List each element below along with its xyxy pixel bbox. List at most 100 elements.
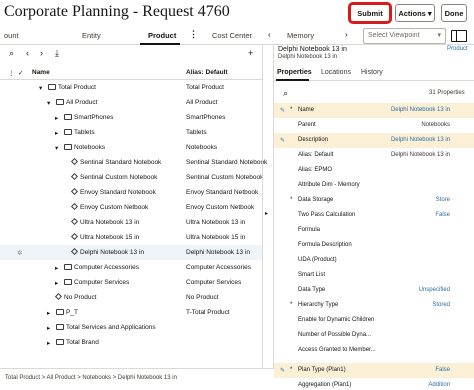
row-options-icon[interactable]: ⋮ (8, 69, 15, 77)
table-row[interactable]: Ultra Notebook 13 in Ultra Notebook 13 i… (0, 215, 262, 230)
table-row[interactable]: ▾ All Product All Product (0, 95, 262, 110)
expand-icon[interactable]: ▸ (55, 279, 58, 287)
back-icon[interactable]: ‹ (26, 48, 29, 58)
folder-icon (56, 99, 64, 105)
property-row[interactable]: Aggregation (Plan1) Addition (274, 378, 474, 390)
property-value[interactable]: False (435, 212, 450, 218)
expand-icon[interactable]: ▸ (47, 309, 50, 317)
table-row[interactable]: Sentinal Standard Notebook Sentinal Stan… (0, 155, 267, 170)
property-row[interactable]: Enable for Dynamic Children (274, 313, 474, 328)
table-row[interactable]: Sentinal Custom Notebook Sentinal Custom… (0, 170, 263, 185)
collapse-panel-icon[interactable]: ▸ (265, 210, 268, 217)
property-row[interactable]: ✎ * Name Delphi Notebook 13 in (274, 103, 474, 118)
more-options-icon[interactable]: ⋮ (189, 29, 198, 40)
table-row[interactable]: ▸ Computer Accessories Computer Accessor… (0, 260, 262, 275)
column-header-name[interactable]: Name (32, 69, 50, 76)
app-header: Corporate Planning - Request 4760 Submit… (0, 0, 474, 27)
property-row[interactable]: Attribute Dim - Memory (274, 178, 474, 193)
panel-toggle-icon[interactable] (451, 30, 467, 42)
property-row[interactable]: Formula Description (274, 238, 474, 253)
property-row[interactable]: ✎ * Plan Type (Plan1) False (274, 363, 474, 378)
collapse-icon[interactable]: ▾ (39, 84, 42, 92)
property-value[interactable]: Delphi Notebook 13 in (391, 107, 450, 113)
property-value[interactable]: False (435, 367, 450, 373)
collapse-icon[interactable]: ▾ (47, 99, 50, 107)
member-name: Computer Services (74, 279, 130, 286)
chevron-down-icon: ▾ (437, 32, 441, 39)
member-name: Ultra Notebook 15 in (80, 234, 140, 241)
property-value[interactable]: Addition (428, 382, 450, 388)
property-row[interactable]: ✎ Description Delphi Notebook 13 in (274, 133, 474, 148)
member-name: No Product (64, 294, 97, 301)
table-row-selected[interactable]: ✲ Delphi Notebook 13 in Delphi Notebook … (0, 245, 262, 260)
table-row[interactable]: ▸ Computer Services Computer Services (0, 275, 262, 290)
table-row[interactable]: ▸ SmartPhones SmartPhones (0, 110, 262, 125)
folder-icon (56, 309, 64, 315)
member-alias: Tablets (186, 129, 207, 136)
table-row[interactable]: ▸ P_T T-Total Product (0, 305, 262, 320)
expand-icon[interactable]: ▸ (55, 264, 58, 272)
tab-memory[interactable]: Memory (287, 31, 314, 40)
tab-locations[interactable]: Locations (321, 69, 351, 76)
property-value[interactable]: Delphi Notebook 13 in (391, 152, 450, 158)
actions-button[interactable]: Actions ▾ (395, 4, 435, 22)
export-icon[interactable]: ⤓ (55, 48, 59, 59)
expand-icon[interactable]: ▸ (47, 324, 50, 332)
member-icon (70, 232, 79, 241)
breadcrumb-path[interactable]: Total Product > All Product > Notebooks … (5, 375, 177, 381)
tab-entity[interactable]: Entity (82, 31, 101, 40)
property-row[interactable]: Alias: Default Delphi Notebook 13 in (274, 148, 474, 163)
property-row[interactable]: UDA (Product) (274, 253, 474, 268)
property-row[interactable]: * Data Storage Store (274, 193, 474, 208)
collapse-icon[interactable]: ▾ (55, 144, 58, 152)
select-all-check-icon[interactable]: ✓ (18, 69, 23, 77)
table-row[interactable]: ▸ Total Services and Applications (0, 320, 262, 335)
property-row[interactable]: Formula (274, 223, 474, 238)
member-name: Envoy Custom Netbook (80, 204, 149, 211)
table-row[interactable]: ▾ Total Product Total Product (0, 80, 262, 95)
property-value[interactable]: Store (436, 197, 450, 203)
expand-icon[interactable]: ▸ (55, 114, 58, 122)
property-value[interactable]: Delphi Notebook 13 in (391, 137, 450, 143)
property-row[interactable]: Number of Possible Dyna... (274, 328, 474, 343)
property-row[interactable]: Alias: EPMO (274, 163, 474, 178)
member-name: P_T (66, 309, 78, 316)
search-icon[interactable]: ⌕ (9, 48, 14, 59)
forward-icon[interactable]: › (40, 48, 43, 58)
viewpoint-select[interactable]: Select Viewpoint ▾ (363, 28, 446, 44)
property-row[interactable]: * Hierarchy Type Stored (274, 298, 474, 313)
tab-product[interactable]: Product (148, 31, 176, 40)
tab-account[interactable]: ount (4, 31, 19, 40)
column-header-alias[interactable]: Alias: Default (186, 69, 228, 76)
table-row[interactable]: No Product No Product (0, 290, 262, 305)
table-row[interactable]: Envoy Custom Netbook Envoy Custom Netboo… (0, 200, 262, 215)
tab-history[interactable]: History (361, 69, 383, 76)
table-row[interactable]: Envoy Standard Notebook Envoy Standard N… (0, 185, 262, 200)
submit-button[interactable]: Submit (350, 4, 390, 22)
table-row[interactable]: ▸ Total Brand (0, 335, 262, 350)
grid-header: ⋮ ✓ Name Alias: Default (0, 66, 262, 80)
property-row[interactable]: Access Granted to Member... (274, 343, 474, 358)
grid-toolbar: ⌕ ‹ › ⤓ + (0, 45, 262, 63)
property-value[interactable]: Stored (432, 302, 450, 308)
tab-cost-center[interactable]: Cost Center (212, 31, 252, 40)
done-button[interactable]: Done (441, 4, 467, 22)
property-row[interactable]: Two Pass Calculation False (274, 208, 474, 223)
property-value[interactable]: Unspecified (419, 287, 450, 293)
property-row[interactable]: Smart List (274, 268, 474, 283)
tab-scroll-right-icon[interactable]: › (345, 30, 348, 39)
expand-icon[interactable]: ▸ (47, 339, 50, 347)
panel-splitter[interactable]: ▸ (262, 45, 274, 368)
property-row[interactable]: Parent Notebooks (274, 118, 474, 133)
member-alias: SmartPhones (186, 114, 226, 121)
table-row[interactable]: ▾ Notebooks Notebooks (0, 140, 262, 155)
dimension-link[interactable]: Product (447, 46, 468, 52)
property-row[interactable]: Data Type Unspecified (274, 283, 474, 298)
search-icon[interactable]: ⌕ (283, 88, 288, 99)
expand-icon[interactable]: ▸ (55, 129, 58, 137)
tab-properties[interactable]: Properties (277, 69, 312, 76)
table-row[interactable]: ▸ Tablets Tablets (0, 125, 262, 140)
table-row[interactable]: Ultra Notebook 15 in Ultra Notebook 15 i… (0, 230, 262, 245)
add-icon[interactable]: + (248, 48, 253, 58)
tab-scroll-left-icon[interactable]: ‹ (268, 30, 271, 39)
